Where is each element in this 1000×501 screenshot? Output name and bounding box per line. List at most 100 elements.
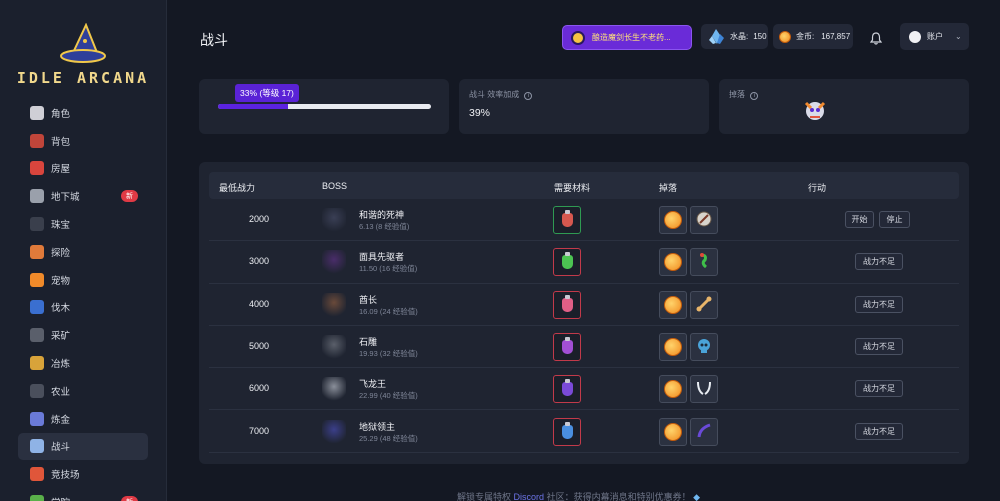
- col-materials: 需要材料: [554, 183, 591, 193]
- gold-balance[interactable]: 金币: 167,857: [773, 24, 853, 49]
- skull-character-icon: [30, 105, 44, 120]
- drop-gold-slot[interactable]: [659, 417, 687, 446]
- crystal-balance[interactable]: 水晶: 150: [701, 24, 768, 49]
- material-slot[interactable]: [553, 248, 581, 277]
- drop-item-slot[interactable]: [690, 248, 718, 277]
- sidebar-item[interactable]: 房屋: [18, 155, 148, 183]
- sidebar-item-label: 冶炼: [51, 359, 71, 371]
- boss-name: 地狱领主: [359, 421, 396, 432]
- sidebar-item[interactable]: 探险: [18, 238, 148, 266]
- col-drops: 掉落: [659, 183, 678, 193]
- drop-gold-slot[interactable]: [659, 290, 687, 319]
- footer-promo: 解锁专属特权 Discord 社区：获得内幕消息和特别优惠券！ ◆: [457, 490, 700, 501]
- promo-button[interactable]: 酿造魔剑长生不老药...: [562, 25, 692, 50]
- new-badge: 新: [121, 496, 138, 501]
- account-menu[interactable]: 账户 ⌄: [900, 23, 969, 50]
- sidebar: IDLE ARCANA 角色背包房屋 地下城新珠宝探险宠物伐木采矿冶炼农业炼金战斗…: [0, 0, 167, 501]
- claw-icon: [695, 422, 713, 442]
- boss-name: 面具先驱者: [359, 252, 405, 263]
- sidebar-item[interactable]: 采矿: [18, 321, 148, 349]
- progress-tooltip: 33% (等级 17): [235, 84, 299, 102]
- sidebar-nav: 角色背包房屋地下城新珠宝探险宠物伐木采矿冶炼农业炼金战斗竞技场学院新: [0, 95, 166, 501]
- backpack-icon: [30, 133, 44, 148]
- material-slot[interactable]: [553, 290, 581, 319]
- level-progress-card: 33% (等级 17): [199, 79, 449, 134]
- sidebar-item-label: 采矿: [51, 331, 71, 343]
- sidebar-item-label: 农业: [51, 386, 71, 398]
- drop-item-slot[interactable]: [690, 290, 718, 319]
- sidebar-item[interactable]: 角色: [18, 99, 148, 127]
- sword-icon: [30, 439, 44, 454]
- info-icon[interactable]: i: [750, 92, 759, 100]
- drop-gold-slot[interactable]: [659, 375, 687, 404]
- sidebar-item[interactable]: 背包: [18, 127, 148, 155]
- potion-icon: [561, 421, 573, 439]
- pet-egg-icon: [30, 272, 44, 287]
- insufficient-power-button[interactable]: 战力不足: [855, 253, 903, 271]
- drop-item-slot[interactable]: [690, 332, 718, 361]
- horns-icon: [695, 379, 713, 399]
- insufficient-power-button[interactable]: 战力不足: [855, 422, 903, 440]
- stop-button[interactable]: 停止: [879, 211, 910, 228]
- wizard-hat-icon: [60, 23, 106, 63]
- drop-label: 掉落: [729, 90, 745, 99]
- notifications-button[interactable]: [866, 28, 886, 48]
- sidebar-item-label: 探险: [51, 247, 71, 259]
- efficiency-label-row: 战斗 效率加成 i: [469, 89, 533, 100]
- insufficient-power-button[interactable]: 战力不足: [855, 337, 903, 355]
- min-power: 4000: [249, 298, 270, 309]
- promo-coin-icon: [571, 30, 585, 45]
- anvil-icon: [30, 356, 44, 371]
- sidebar-item[interactable]: 农业: [18, 377, 148, 405]
- material-slot[interactable]: [553, 332, 581, 361]
- sidebar-item-label: 伐木: [51, 303, 71, 315]
- blue-skull-icon: [695, 337, 713, 357]
- insufficient-power-button[interactable]: 战力不足: [855, 295, 903, 313]
- boss-stats: 16.09 (24 经验值): [359, 306, 418, 316]
- drop-item-slot[interactable]: [690, 375, 718, 404]
- sidebar-item[interactable]: 学院 新: [18, 488, 148, 501]
- sidebar-item-label: 宠物: [51, 275, 71, 287]
- scythe-icon: [30, 383, 44, 398]
- drop-gold-slot[interactable]: [659, 332, 687, 361]
- drop-gold-slot[interactable]: [659, 206, 687, 234]
- start-button[interactable]: 开始: [845, 211, 874, 228]
- drop-gold-slot[interactable]: [659, 248, 687, 277]
- sidebar-item[interactable]: 伐木: [18, 294, 148, 322]
- info-icon[interactable]: i: [524, 92, 533, 100]
- discord-link[interactable]: Discord: [514, 492, 545, 501]
- footer-suffix: 社区：获得内幕消息和特别优惠券！: [546, 492, 691, 501]
- material-slot[interactable]: [553, 417, 581, 446]
- pickaxe-icon: [30, 328, 44, 343]
- boss-stats: 22.99 (40 经验值): [359, 391, 418, 401]
- material-slot[interactable]: [553, 375, 581, 404]
- bone-icon: [695, 295, 713, 315]
- sidebar-item-label: 炼金: [51, 414, 71, 426]
- sidebar-item-label: 竞技场: [51, 470, 80, 482]
- sidebar-item[interactable]: 炼金: [18, 405, 148, 433]
- sidebar-item-label: 角色: [51, 108, 71, 120]
- col-action: 行动: [808, 183, 827, 193]
- academy-icon: [30, 495, 44, 501]
- drop-item-slot[interactable]: [690, 417, 718, 446]
- sidebar-item[interactable]: 冶炼: [18, 349, 148, 377]
- sidebar-item[interactable]: 竞技场: [18, 460, 148, 488]
- col-power: 最低战力: [219, 183, 256, 193]
- drop-item-slot[interactable]: [690, 206, 718, 234]
- sidebar-item[interactable]: 战斗: [18, 432, 148, 461]
- account-label: 账户: [927, 32, 943, 41]
- potion-icon: [561, 336, 573, 354]
- sidebar-item-label: 背包: [51, 136, 71, 148]
- sidebar-item[interactable]: 珠宝: [18, 210, 148, 238]
- boss-stats: 11.50 (16 经验值): [359, 264, 418, 274]
- sidebar-item[interactable]: 地下城 新: [18, 182, 148, 210]
- sidebar-item[interactable]: 宠物: [18, 266, 148, 294]
- app-logo[interactable]: IDLE ARCANA: [0, 0, 166, 95]
- boss-name: 和谐的死神: [359, 210, 405, 220]
- boss-portrait-icon: [322, 250, 346, 275]
- material-slot[interactable]: [553, 206, 581, 234]
- insufficient-power-button[interactable]: 战力不足: [855, 380, 903, 398]
- efficiency-value: 39%: [469, 107, 491, 119]
- table-row: 3000 面具先驱者 11.50 (16 经验值) 战力不足: [209, 241, 959, 284]
- drop-card: 掉落 i: [719, 79, 969, 134]
